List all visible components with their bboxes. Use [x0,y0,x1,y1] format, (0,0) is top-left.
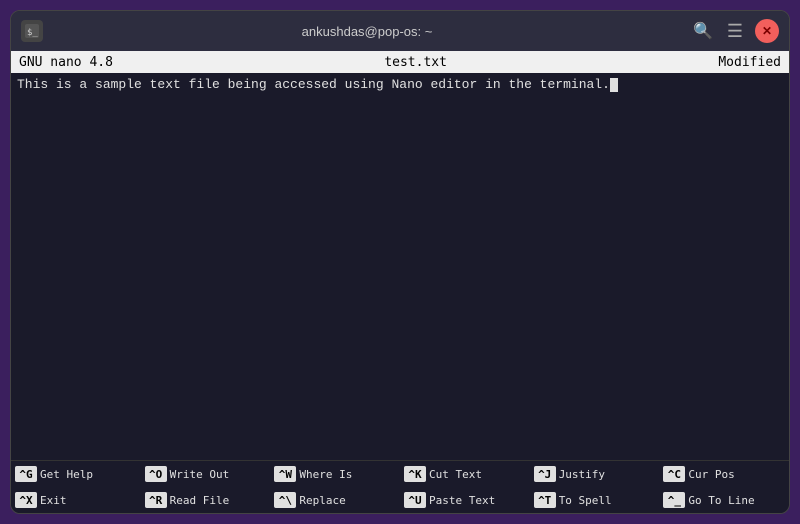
close-button[interactable]: ✕ [755,19,779,43]
key-get-help: ^G [15,466,37,482]
footer-item-cur-pos: ^C Cur Pos [659,461,789,487]
search-button[interactable]: 🔍 [691,19,715,43]
titlebar-left: $_ [21,20,43,42]
svg-text:$_: $_ [27,28,38,38]
titlebar: $_ ankushdas@pop-os: ~ 🔍 ☰ ✕ [11,11,789,51]
key-justify: ^J [534,466,556,482]
nano-header: GNU nano 4.8 test.txt Modified [11,51,789,73]
titlebar-title: ankushdas@pop-os: ~ [302,24,433,39]
key-where-is: ^W [274,466,296,482]
footer-row-1: ^G Get Help ^O Write Out ^W Where Is ^K … [11,461,789,487]
footer-item-replace: ^\ Replace [270,487,400,513]
menu-button[interactable]: ☰ [723,19,747,43]
key-read-file: ^R [145,492,167,508]
key-replace: ^\ [274,492,296,508]
footer-item-justify: ^J Justify [530,461,660,487]
footer-item-cut-text: ^K Cut Text [400,461,530,487]
nano-footer: ^G Get Help ^O Write Out ^W Where Is ^K … [11,460,789,513]
footer-item-paste-text: ^U Paste Text [400,487,530,513]
key-cur-pos: ^C [663,466,685,482]
footer-item-get-help: ^G Get Help [11,461,141,487]
footer-item-read-file: ^R Read File [141,487,271,513]
key-paste-text: ^U [404,492,426,508]
key-write-out: ^O [145,466,167,482]
key-to-spell: ^T [534,492,556,508]
nano-filename: test.txt [384,55,447,70]
editor-line-1: This is a sample text file being accesse… [17,77,783,92]
titlebar-controls: 🔍 ☰ ✕ [691,19,779,43]
key-cut-text: ^K [404,466,426,482]
terminal-window: $_ ankushdas@pop-os: ~ 🔍 ☰ ✕ GNU nano 4.… [10,10,790,514]
footer-item-go-to-line: ^_ Go To Line [659,487,789,513]
footer-row-2: ^X Exit ^R Read File ^\ Replace ^U Paste… [11,487,789,513]
key-exit: ^X [15,492,37,508]
editor-area[interactable]: This is a sample text file being accesse… [11,73,789,460]
nano-status: Modified [718,55,781,70]
text-cursor [610,78,618,92]
footer-item-to-spell: ^T To Spell [530,487,660,513]
terminal-icon: $_ [21,20,43,42]
footer-item-exit: ^X Exit [11,487,141,513]
footer-item-write-out: ^O Write Out [141,461,271,487]
footer-item-where-is: ^W Where Is [270,461,400,487]
nano-version: GNU nano 4.8 [19,55,113,70]
key-go-to-line: ^_ [663,492,685,508]
